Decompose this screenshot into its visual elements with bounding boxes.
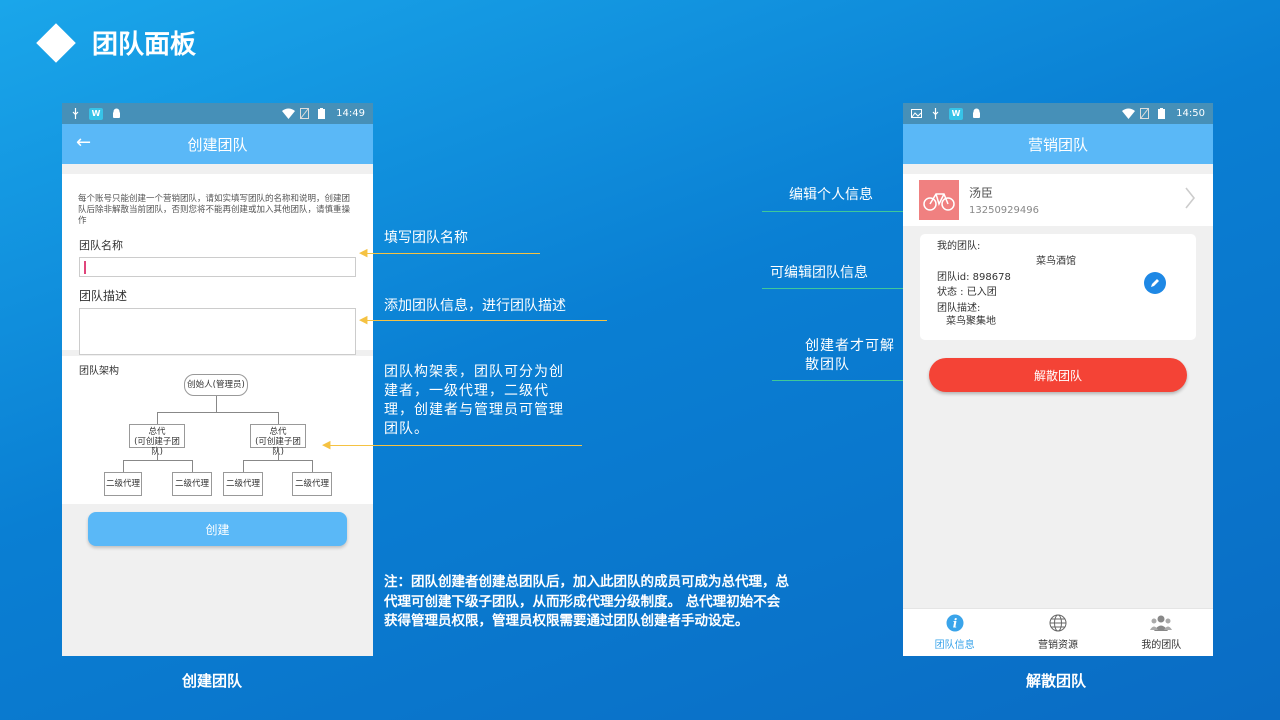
text-caret <box>84 261 86 274</box>
avatar <box>919 180 959 220</box>
team-label: 我的团队: <box>937 241 981 252</box>
notice-text: 每个账号只能创建一个营销团队，请如实填写团队的名称和说明，创建团队后除非解散当前… <box>78 194 351 226</box>
tab-label: 我的团队 <box>1141 640 1182 651</box>
app-w-icon: W <box>949 107 963 120</box>
org-line <box>157 448 158 460</box>
team-name-input[interactable] <box>79 257 356 277</box>
tab-my-team[interactable]: 我的团队 <box>1110 609 1213 656</box>
edit-team-button[interactable] <box>1144 272 1166 294</box>
app-bar-title: 创建团队 <box>187 135 248 154</box>
status-bar: W 14:49 <box>62 103 373 124</box>
create-team-screen: W 14:49 ← 创建团队 每个账号只能创建一个营销团队，请如实填写团队的名称… <box>62 103 373 656</box>
org-agent-left: 总代 (可创建子团队) <box>129 424 185 457</box>
org-agent-right: 总代 (可创建子团队) <box>250 424 306 457</box>
profile-row[interactable]: 汤臣 13250929496 <box>903 174 1213 226</box>
arrow-line <box>367 253 540 254</box>
form-card: 每个账号只能创建一个营销团队，请如实填写团队的名称和说明，创建团队后除非解散当前… <box>62 174 373 355</box>
app-bar-title: 营销团队 <box>1027 135 1088 154</box>
usb-icon <box>70 108 81 119</box>
user-phone: 13250929496 <box>969 205 1039 216</box>
back-arrow-icon[interactable]: ← <box>76 132 91 153</box>
org-card: 团队架构 创始人(管理员) 总代 (可创建子团队) 总代 (可创建子团队) 二级… <box>62 356 373 504</box>
org-sub-agent: 二级代理 <box>292 472 332 496</box>
footnote: 注：团队创建者创建总团队后，加入此团队的成员可成为总代理，总代理可创建下级子团队… <box>384 574 789 629</box>
org-line <box>243 460 244 472</box>
left-caption: 创建团队 <box>182 672 243 690</box>
usb-icon <box>930 108 941 119</box>
org-line <box>192 460 193 472</box>
bicycle-icon <box>923 193 955 211</box>
org-sub-agent: 二级代理 <box>172 472 212 496</box>
android-icon <box>971 108 982 119</box>
diamond-icon <box>36 22 76 63</box>
status-bar: W 14:50 <box>903 103 1213 124</box>
arrow-line <box>330 445 582 446</box>
pencil-icon <box>1151 279 1159 287</box>
svg-text:i: i <box>952 617 957 631</box>
app-bar: ← 创建团队 <box>62 124 373 164</box>
team-info-card: 我的团队: 菜鸟酒馆 团队id: 898678 状态 : 已入团 团队描述: 菜… <box>920 234 1196 340</box>
slide-title: 团队面板 <box>36 22 197 63</box>
app-w-icon: W <box>89 107 103 120</box>
org-line <box>312 460 313 472</box>
org-line <box>216 396 217 412</box>
tab-marketing-resources[interactable]: 营销资源 <box>1006 609 1109 656</box>
desc-label: 团队描述 <box>79 289 128 303</box>
app-bar: 营销团队 <box>903 124 1213 164</box>
tab-label: 营销资源 <box>1037 640 1078 651</box>
org-line <box>157 412 278 413</box>
status-time: 14:50 <box>1176 108 1205 119</box>
arrow-left-icon: ◀ <box>322 438 331 451</box>
arrow-left-icon: ◀ <box>359 313 368 326</box>
wifi-icon <box>1122 108 1136 119</box>
bottom-tab-bar: i 团队信息 营销资源 我的团队 <box>903 608 1213 656</box>
no-sim-icon <box>1140 108 1151 119</box>
team-desc: 菜鸟聚集地 <box>946 316 996 327</box>
annotation-org: 团队构架表，团队可分为创建者，一级代理，二级代理，创建者与管理员可管理团队。 <box>384 364 564 437</box>
team-desc-textarea[interactable] <box>79 308 356 355</box>
arrow-line <box>762 211 908 212</box>
globe-icon <box>1049 614 1067 632</box>
name-label: 团队名称 <box>79 239 123 252</box>
image-icon <box>911 108 922 119</box>
org-line <box>243 460 313 461</box>
arrow-line <box>772 380 920 381</box>
annotation-disband: 创建者才可解散团队 <box>805 338 895 373</box>
info-icon: i <box>946 614 964 632</box>
team-desc-label: 团队描述: <box>937 303 981 314</box>
org-line <box>278 412 279 424</box>
annotation-fill-name: 填写团队名称 <box>384 230 468 246</box>
disband-button[interactable]: 解散团队 <box>929 358 1187 392</box>
org-line <box>157 412 158 424</box>
create-button[interactable]: 创建 <box>88 512 347 546</box>
org-sub-agent: 二级代理 <box>223 472 263 496</box>
tab-label: 团队信息 <box>934 640 975 651</box>
org-root: 创始人(管理员) <box>184 374 248 396</box>
org-chart: 创始人(管理员) 总代 (可创建子团队) 总代 (可创建子团队) 二级代理 二级… <box>62 356 373 504</box>
org-sub-agent: 二级代理 <box>104 472 142 496</box>
android-icon <box>111 108 122 119</box>
slide-heading: 团队面板 <box>92 30 197 60</box>
arrow-line <box>367 320 607 321</box>
org-line <box>123 460 124 472</box>
chevron-right-icon <box>1185 187 1196 213</box>
battery-icon <box>1158 108 1169 119</box>
team-dashboard-screen: W 14:50 营销团队 汤臣 13250929496 我的团队: 菜鸟酒馆 团… <box>903 103 1213 656</box>
annotation-edit-team: 可编辑团队信息 <box>770 265 868 281</box>
group-icon <box>1150 615 1173 631</box>
battery-icon <box>318 108 329 119</box>
right-caption: 解散团队 <box>1026 672 1087 690</box>
tab-team-info[interactable]: i 团队信息 <box>903 609 1006 656</box>
arrow-left-icon: ◀ <box>359 246 368 259</box>
status-time: 14:49 <box>336 108 365 119</box>
wifi-icon <box>282 108 296 119</box>
org-line <box>123 460 193 461</box>
team-name: 菜鸟酒馆 <box>1036 256 1076 267</box>
org-line <box>278 448 279 460</box>
no-sim-icon <box>300 108 311 119</box>
user-name: 汤臣 <box>969 186 994 200</box>
annotation-add-desc: 添加团队信息，进行团队描述 <box>384 298 566 314</box>
annotation-edit-profile: 编辑个人信息 <box>789 187 873 203</box>
